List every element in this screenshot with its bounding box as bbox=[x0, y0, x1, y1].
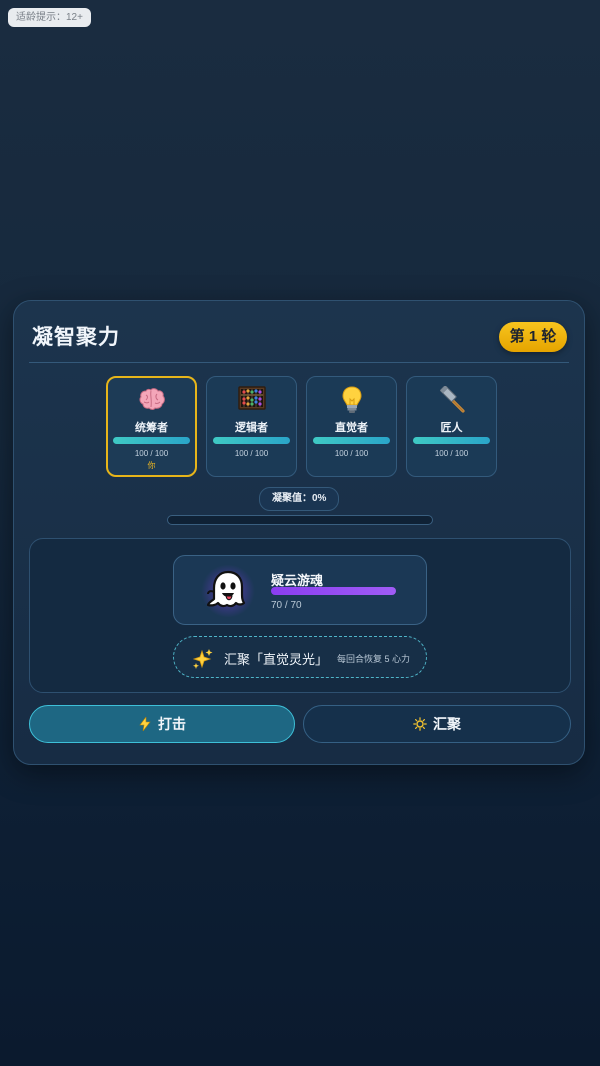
round-badge: 第 1 轮 bbox=[499, 322, 567, 352]
hero-card-planner[interactable]: 统筹者 100 / 100 你 bbox=[106, 376, 197, 477]
abacus-icon bbox=[207, 386, 296, 412]
age-rating-badge: 适龄提示：12+ bbox=[8, 8, 91, 27]
hero-name: 逻辑者 bbox=[235, 422, 268, 434]
hero-card-intuitive[interactable]: 直觉者 100 / 100 bbox=[306, 376, 397, 477]
lightning-icon bbox=[138, 716, 152, 732]
enemy-hp-text: 70 / 70 bbox=[271, 600, 302, 611]
ghost-icon bbox=[200, 565, 256, 617]
hero-name: 统筹者 bbox=[135, 422, 168, 434]
divider bbox=[29, 362, 569, 363]
hero-hp-bar bbox=[313, 437, 390, 444]
skill-gather-intuition[interactable]: 汇聚「直觉灵光」 每回合恢复 5 心力 bbox=[173, 636, 427, 678]
enemy-hp-bar bbox=[271, 587, 396, 595]
attack-button-label: 打击 bbox=[158, 716, 186, 732]
battle-area: 疑云游魂 70 / 70 汇聚「直觉灵光」 每回合恢复 5 心力 bbox=[29, 538, 571, 693]
condensation-label: 凝聚值：0% bbox=[259, 487, 340, 511]
hero-you-tag: 你 bbox=[147, 461, 156, 470]
gather-button[interactable]: 汇聚 bbox=[303, 705, 571, 743]
hammer-icon bbox=[407, 386, 496, 413]
hero-card-logician[interactable]: 逻辑者 100 / 100 bbox=[206, 376, 297, 477]
hero-hp-text: 100 / 100 bbox=[234, 449, 269, 458]
lightbulb-icon bbox=[307, 386, 396, 413]
hero-hp-bar bbox=[113, 437, 190, 444]
sun-icon bbox=[413, 717, 427, 731]
skill-label: 汇聚「直觉灵光」 bbox=[224, 652, 329, 667]
gather-button-label: 汇聚 bbox=[433, 716, 461, 732]
hero-name: 匠人 bbox=[440, 422, 463, 434]
game-panel: 凝智聚力 第 1 轮 统筹者 100 / 100 你 逻辑者 100 / 100… bbox=[13, 300, 585, 765]
brain-icon bbox=[108, 386, 195, 412]
hero-name: 直觉者 bbox=[335, 422, 368, 434]
attack-button[interactable]: 打击 bbox=[29, 705, 295, 743]
hero-hp-text: 100 / 100 bbox=[434, 449, 469, 458]
hero-hp-text: 100 / 100 bbox=[334, 449, 369, 458]
skill-note: 每回合恢复 5 心力 bbox=[337, 654, 411, 664]
panel-title: 凝智聚力 bbox=[32, 326, 120, 349]
hero-hp-bar bbox=[213, 437, 290, 444]
hero-hp-bar bbox=[413, 437, 490, 444]
hero-card-craftsman[interactable]: 匠人 100 / 100 bbox=[406, 376, 497, 477]
sparkles-icon bbox=[192, 648, 213, 669]
enemy-card[interactable]: 疑云游魂 70 / 70 bbox=[173, 555, 427, 625]
hero-hp-text: 100 / 100 bbox=[134, 449, 169, 458]
hero-list: 统筹者 100 / 100 你 逻辑者 100 / 100 直觉者 100 / … bbox=[106, 376, 497, 477]
condensation-progress-bar bbox=[167, 515, 433, 525]
